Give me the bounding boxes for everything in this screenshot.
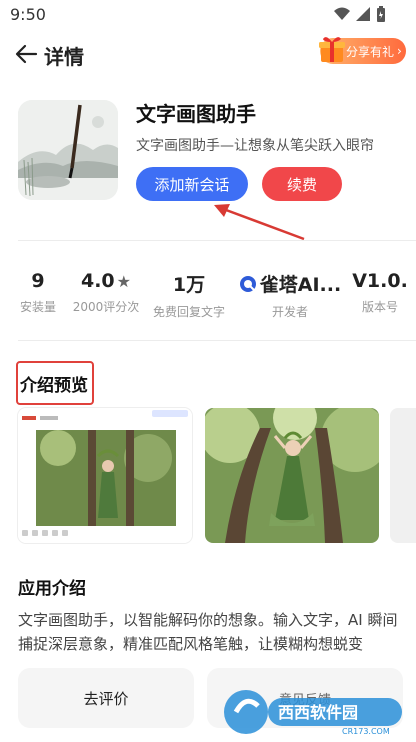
preview-screenshot[interactable] (390, 408, 416, 543)
stat-value: 9 (31, 270, 45, 292)
stat-value: 雀塔AI... (259, 274, 342, 296)
stat-value: 4.0 (80, 270, 115, 292)
gift-icon (318, 34, 346, 64)
divider (18, 240, 416, 241)
annotation-arrow-icon (214, 204, 305, 241)
wifi-icon (334, 7, 350, 20)
app-icon (18, 100, 118, 200)
stat-label: 免费回复文字 (152, 305, 225, 319)
stat-value: 1万 (172, 274, 206, 296)
intro-section-title: 应用介绍 (18, 579, 86, 599)
stat-free-replies: 1万 免费回复文字 (148, 270, 230, 320)
stat-label: 安装量 (19, 300, 56, 314)
status-icons (334, 6, 386, 22)
developer-logo-icon (239, 275, 256, 292)
stat-label: 版本号 (361, 300, 398, 314)
watermark-brand: 西西软件园 (278, 703, 358, 722)
share-gift-label: 分享有礼 (346, 44, 395, 59)
status-bar: 9:50 (0, 0, 416, 30)
preview-screenshot[interactable] (18, 408, 192, 543)
stat-version: V1.0. 版本号 (350, 270, 410, 315)
app-name: 文字画图助手 (136, 102, 256, 126)
chevron-right-icon: › (397, 44, 402, 58)
stat-rating: 4.0 ★ 2000评分次 (64, 270, 148, 315)
app-description: 文字画图助手—让想象从笔尖跃入眼帘 (136, 138, 374, 154)
stat-label: 开发者 (271, 305, 308, 319)
watermark-domain: CR173.COM (342, 727, 390, 736)
preview-screenshot[interactable] (205, 408, 379, 543)
signal-icon (356, 7, 370, 21)
stat-installs: 9 安装量 (14, 270, 62, 315)
watermark-logo: 西西软件园 CR173.COM (222, 686, 410, 738)
battery-icon (377, 6, 385, 22)
stat-value: V1.0. (352, 270, 408, 292)
back-arrow-icon (15, 44, 38, 64)
rate-button[interactable]: 去评价 (18, 668, 194, 728)
status-time: 9:50 (10, 5, 46, 24)
page-title: 详情 (44, 45, 84, 69)
stat-label: 2000评分次 (72, 300, 140, 314)
stat-developer[interactable]: 雀塔AI... 开发者 (236, 270, 344, 320)
star-icon: ★ (116, 272, 131, 291)
back-button[interactable] (12, 40, 40, 68)
intro-text: 文字画图助手，以智能解码你的想象。输入文字，AI 瞬间捕捉深层意象，精准匹配风格… (18, 611, 398, 653)
divider (18, 340, 416, 341)
preview-section-title: 介绍预览 (20, 376, 88, 396)
